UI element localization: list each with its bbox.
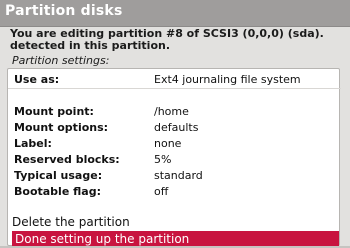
setting-row-typical-usage[interactable]: Typical usage: standard <box>14 168 338 184</box>
setting-label: Use as: <box>14 73 60 86</box>
partition-intro-text: You are editing partition #8 of SCSI3 (0… <box>10 27 324 52</box>
setting-label: Label: <box>14 137 52 150</box>
setting-label: Bootable flag: <box>14 185 101 198</box>
setting-label: Typical usage: <box>14 169 103 182</box>
setting-value: none <box>154 137 182 150</box>
done-setting-up-partition-item[interactable]: Done setting up the partition <box>12 231 339 247</box>
delete-partition-item[interactable]: Delete the partition <box>12 214 339 230</box>
setting-label: Mount point: <box>14 105 94 118</box>
setting-row-mount-point[interactable]: Mount point: /home <box>14 104 338 120</box>
setting-label: Mount options: <box>14 121 109 134</box>
setting-value: standard <box>154 169 203 182</box>
partition-settings-panel[interactable]: Use as: Ext4 journaling file system Moun… <box>7 68 341 247</box>
setting-value: 5% <box>154 153 172 166</box>
setting-value: defaults <box>154 121 199 134</box>
setting-row-label[interactable]: Label: none <box>14 136 338 152</box>
setting-row-use-as[interactable]: Use as: Ext4 journaling file system <box>8 72 341 89</box>
setting-label: Reserved blocks: <box>14 153 120 166</box>
partition-settings-heading: Partition settings: <box>12 54 110 67</box>
setting-row-bootable-flag[interactable]: Bootable flag: off <box>14 184 338 200</box>
window-title-bar: Partition disks <box>0 0 350 27</box>
setting-value: off <box>154 185 169 198</box>
window-title: Partition disks <box>5 3 123 19</box>
setting-value: Ext4 journaling file system <box>154 73 301 86</box>
setting-row-reserved-blocks[interactable]: Reserved blocks: 5% <box>14 152 338 168</box>
installer-screen: Partition disks You are editing partitio… <box>0 0 350 248</box>
setting-row-mount-options[interactable]: Mount options: defaults <box>14 120 338 136</box>
setting-value: /home <box>154 105 189 118</box>
